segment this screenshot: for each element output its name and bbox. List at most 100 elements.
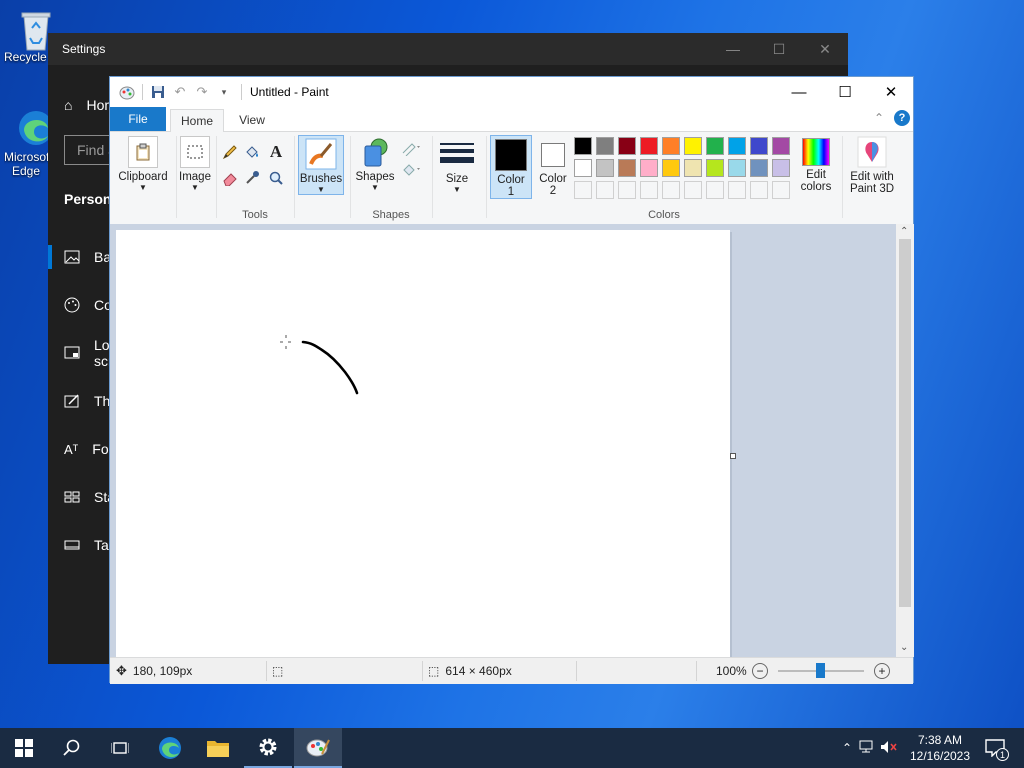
start-button[interactable] — [0, 728, 48, 768]
color-swatch[interactable] — [596, 137, 614, 155]
custom-color-slot[interactable] — [640, 181, 658, 199]
custom-color-slot[interactable] — [596, 181, 614, 199]
settings-home[interactable]: ⌂ Home — [48, 85, 124, 125]
color-swatch[interactable] — [728, 159, 746, 177]
save-icon[interactable] — [149, 83, 167, 101]
custom-color-slot[interactable] — [618, 181, 636, 199]
scroll-up-icon[interactable]: ⌃ — [900, 226, 908, 237]
settings-item-themes[interactable]: Themes — [48, 381, 145, 421]
color-swatch[interactable] — [596, 159, 614, 177]
color-swatch[interactable] — [574, 159, 592, 177]
color-swatch[interactable] — [706, 137, 724, 155]
size-button[interactable]: Size ▼ — [436, 136, 478, 194]
edit-with-paint3d-button[interactable]: Edit with Paint 3D — [846, 136, 898, 195]
color-swatch[interactable] — [750, 137, 768, 155]
color-swatch[interactable] — [618, 159, 636, 177]
shape-fill-icon[interactable] — [400, 160, 424, 180]
canvas-resize-handle[interactable] — [730, 453, 736, 459]
paint-titlebar[interactable]: ↶ ↷ ▾ Untitled - Paint — ☐ ✕ — [110, 77, 913, 107]
settings-item-start[interactable]: Start — [48, 477, 124, 517]
custom-color-slot[interactable] — [706, 181, 724, 199]
close-button[interactable]: ✕ — [802, 33, 848, 65]
taskbar-paint[interactable] — [294, 728, 342, 768]
tab-view[interactable]: View — [228, 109, 276, 131]
custom-color-slot[interactable] — [772, 181, 790, 199]
color-swatch[interactable] — [750, 159, 768, 177]
color-swatch[interactable] — [772, 137, 790, 155]
outline-icon[interactable] — [400, 138, 424, 158]
close-button[interactable]: ✕ — [868, 77, 914, 107]
zoom-slider-thumb[interactable] — [816, 663, 825, 678]
paint-window[interactable]: ↶ ↷ ▾ Untitled - Paint — ☐ ✕ File Home V… — [109, 76, 914, 684]
color-swatch[interactable] — [618, 137, 636, 155]
color-swatch[interactable] — [574, 137, 592, 155]
maximize-button[interactable]: ☐ — [756, 33, 802, 65]
scroll-down-icon[interactable]: ⌄ — [900, 642, 908, 653]
color-swatch[interactable] — [640, 137, 658, 155]
color-swatch[interactable] — [662, 159, 680, 177]
chevron-down-icon: ▼ — [317, 185, 325, 194]
action-center-button[interactable]: 1 — [982, 728, 1009, 768]
color1-button[interactable]: Color 1 — [490, 135, 532, 199]
zoom-out-button[interactable]: − — [752, 658, 768, 684]
clock[interactable]: 7:38 AM 12/16/2023 — [904, 728, 976, 768]
eraser-icon[interactable] — [220, 168, 240, 188]
clipboard-button[interactable]: Clipboard ▼ — [114, 136, 172, 192]
color-swatch[interactable] — [684, 137, 702, 155]
fill-bucket-icon[interactable] — [242, 142, 262, 162]
settings-item-taskbar[interactable]: Taskbar — [48, 525, 143, 565]
network-icon[interactable] — [856, 740, 878, 757]
settings-item-fonts[interactable]: Aᵀ Fonts — [48, 429, 127, 469]
search-button[interactable] — [48, 728, 96, 768]
taskbar-settings[interactable] — [244, 728, 292, 768]
redo-icon[interactable]: ↷ — [193, 83, 211, 101]
custom-color-slot[interactable] — [750, 181, 768, 199]
color-picker-icon[interactable] — [242, 168, 262, 188]
shapes-button[interactable]: Shapes ▼ — [354, 136, 396, 192]
taskbar-file-explorer[interactable] — [194, 728, 242, 768]
customize-quick-access-icon[interactable]: ▾ — [215, 83, 233, 101]
minimize-button[interactable]: — — [776, 77, 822, 107]
custom-color-slot[interactable] — [684, 181, 702, 199]
brushes-button[interactable]: Brushes ▼ — [298, 135, 344, 195]
chevron-down-icon: ▼ — [139, 183, 147, 192]
settings-item-lock-screen[interactable]: Lock screen — [48, 333, 136, 373]
help-icon[interactable]: ? — [894, 110, 910, 126]
color-swatch[interactable] — [772, 159, 790, 177]
edit-colors-button[interactable]: Edit colors — [796, 136, 836, 193]
minimize-button[interactable]: — — [710, 33, 756, 65]
custom-color-slot[interactable] — [574, 181, 592, 199]
taskbar-edge[interactable] — [146, 728, 194, 768]
tab-home[interactable]: Home — [170, 109, 224, 132]
color-swatch[interactable] — [684, 159, 702, 177]
zoom-in-button[interactable]: + — [874, 658, 890, 684]
custom-color-slot[interactable] — [662, 181, 680, 199]
color2-button[interactable]: Color 2 — [534, 135, 572, 199]
size-label: Size — [445, 173, 469, 185]
drawing-canvas[interactable] — [116, 230, 730, 657]
color-swatch[interactable] — [728, 137, 746, 155]
task-view-button[interactable] — [96, 728, 144, 768]
settings-titlebar[interactable]: Settings — ☐ ✕ — [48, 33, 848, 65]
custom-color-slot[interactable] — [728, 181, 746, 199]
vertical-scrollbar[interactable]: ⌃ ⌄ — [896, 224, 914, 657]
ribbon-tabs: File Home View ⌃ ? — [110, 107, 913, 132]
settings-item-background[interactable]: Background — [48, 237, 169, 277]
show-hidden-icons-icon[interactable]: ⌃ — [838, 741, 856, 755]
scroll-thumb[interactable] — [899, 239, 911, 607]
undo-icon[interactable]: ↶ — [171, 83, 189, 101]
pencil-icon[interactable] — [220, 142, 240, 162]
settings-item-colors[interactable]: Colors — [48, 285, 134, 325]
paint-window-title: Untitled - Paint — [250, 85, 329, 99]
volume-muted-icon[interactable] — [878, 740, 900, 757]
magnifier-icon[interactable] — [266, 168, 286, 188]
text-icon[interactable]: A — [266, 142, 286, 162]
tab-file[interactable]: File — [110, 107, 166, 131]
color-swatch[interactable] — [640, 159, 658, 177]
collapse-ribbon-icon[interactable]: ⌃ — [874, 111, 884, 125]
color-swatch[interactable] — [706, 159, 724, 177]
image-button[interactable]: Image ▼ — [176, 136, 214, 192]
status-bar: ✥ 180, 109px ⬚ ⬚ 614 × 460px 100% − + — [110, 657, 913, 684]
color-swatch[interactable] — [662, 137, 680, 155]
maximize-button[interactable]: ☐ — [822, 77, 868, 107]
